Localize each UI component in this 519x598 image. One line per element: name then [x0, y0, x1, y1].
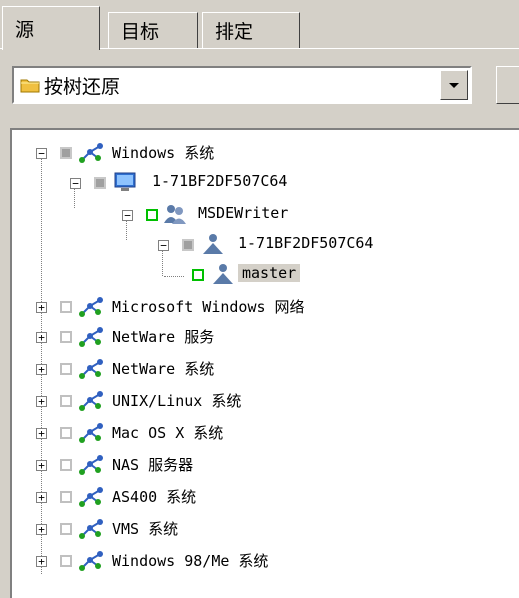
network-icon: [79, 359, 103, 379]
tab-schedule-label: 排定: [215, 21, 254, 43]
collapse-icon[interactable]: −: [36, 148, 47, 159]
tree-node-label: NetWare 服务: [112, 328, 215, 346]
tab-strip: 源 目标 排定: [0, 0, 519, 50]
expand-icon[interactable]: +: [36, 428, 47, 439]
folder-icon: [20, 79, 40, 93]
tree-node-label: AS400 系统: [112, 488, 197, 506]
restore-method-dropdown[interactable]: 按树还原: [12, 66, 472, 104]
tree-node-mac-os-x[interactable]: + Mac OS X 系统: [12, 420, 512, 446]
tree-node-netware-services[interactable]: + NetWare 服务: [12, 324, 512, 350]
checkbox[interactable]: [60, 395, 72, 407]
network-icon: [79, 423, 103, 443]
partial-checkbox[interactable]: [94, 177, 106, 189]
tab-destination[interactable]: 目标: [108, 12, 198, 48]
tree-node-label: NetWare 系统: [112, 360, 215, 378]
tree-node-instance[interactable]: − 1-71BF2DF507C64: [12, 232, 512, 258]
expand-icon[interactable]: +: [36, 332, 47, 343]
tree-node-label: VMS 系统: [112, 520, 179, 538]
expand-icon[interactable]: +: [36, 460, 47, 471]
network-icon: [79, 455, 103, 475]
users-icon: [164, 205, 186, 224]
checked-checkbox[interactable]: [146, 209, 158, 221]
tree-node-label: master: [238, 264, 301, 282]
tree-node-label: Microsoft Windows 网络: [112, 298, 305, 316]
partial-checkbox[interactable]: [60, 147, 72, 159]
tree-node-nas[interactable]: + NAS 服务器: [12, 452, 512, 478]
chevron-down-icon[interactable]: [440, 70, 468, 100]
tree-node-label: Windows 98/Me 系统: [112, 552, 269, 570]
source-tree[interactable]: − Windows 系统 − 1-71BF2DF507C64 − MSDEWri…: [10, 128, 519, 598]
tree-node-label: UNIX/Linux 系统: [112, 392, 242, 410]
expand-icon[interactable]: +: [36, 364, 47, 375]
tree-node-as400[interactable]: + AS400 系统: [12, 484, 512, 510]
tree-node-master[interactable]: master: [12, 262, 512, 288]
tree-node-ms-network[interactable]: + Microsoft Windows 网络: [12, 294, 512, 320]
checkbox[interactable]: [60, 331, 72, 343]
checkbox[interactable]: [60, 363, 72, 375]
checkbox[interactable]: [60, 427, 72, 439]
checked-checkbox[interactable]: [192, 269, 204, 281]
tree-node-msdewriter[interactable]: − MSDEWriter: [12, 202, 512, 228]
person-icon: [213, 264, 233, 284]
network-icon: [79, 551, 103, 571]
checkbox[interactable]: [60, 523, 72, 535]
checkbox[interactable]: [60, 491, 72, 503]
tree-node-label: Mac OS X 系统: [112, 424, 224, 442]
side-button[interactable]: [496, 66, 519, 104]
tab-destination-label: 目标: [121, 21, 160, 43]
tab-schedule[interactable]: 排定: [202, 12, 300, 48]
checkbox[interactable]: [60, 459, 72, 471]
tree-node-netware-systems[interactable]: + NetWare 系统: [12, 356, 512, 382]
tree-node-unix-linux[interactable]: + UNIX/Linux 系统: [12, 388, 512, 414]
tree-node-label: NAS 服务器: [112, 456, 194, 474]
tree-node-computer[interactable]: − 1-71BF2DF507C64: [12, 170, 512, 196]
person-icon: [203, 234, 223, 254]
network-icon: [79, 391, 103, 411]
expand-icon[interactable]: +: [36, 524, 47, 535]
tree-node-win98me[interactable]: + Windows 98/Me 系统: [12, 548, 512, 574]
tree-node-vms[interactable]: + VMS 系统: [12, 516, 512, 542]
tab-source-label: 源: [15, 19, 35, 41]
tree-node-label: 1-71BF2DF507C64: [238, 234, 374, 252]
collapse-icon[interactable]: −: [158, 240, 169, 251]
tab-source[interactable]: 源: [2, 6, 100, 50]
network-icon: [79, 327, 103, 347]
checkbox[interactable]: [60, 555, 72, 567]
tree-node-label: MSDEWriter: [198, 204, 289, 222]
tree-node-windows-system[interactable]: − Windows 系统: [12, 140, 512, 166]
checkbox[interactable]: [60, 301, 72, 313]
expand-icon[interactable]: +: [36, 396, 47, 407]
tree-node-label: 1-71BF2DF507C64: [152, 172, 288, 190]
network-icon: [79, 297, 103, 317]
restore-method-value: 按树还原: [44, 76, 121, 98]
collapse-icon[interactable]: −: [70, 178, 81, 189]
expand-icon[interactable]: +: [36, 556, 47, 567]
expand-icon[interactable]: +: [36, 492, 47, 503]
expand-icon[interactable]: +: [36, 302, 47, 313]
network-icon: [79, 519, 103, 539]
collapse-icon[interactable]: −: [122, 210, 133, 221]
computer-icon: [114, 172, 136, 191]
network-icon: [79, 487, 103, 507]
partial-checkbox[interactable]: [182, 239, 194, 251]
network-icon: [79, 143, 103, 163]
tree-node-label: Windows 系统: [112, 144, 215, 162]
